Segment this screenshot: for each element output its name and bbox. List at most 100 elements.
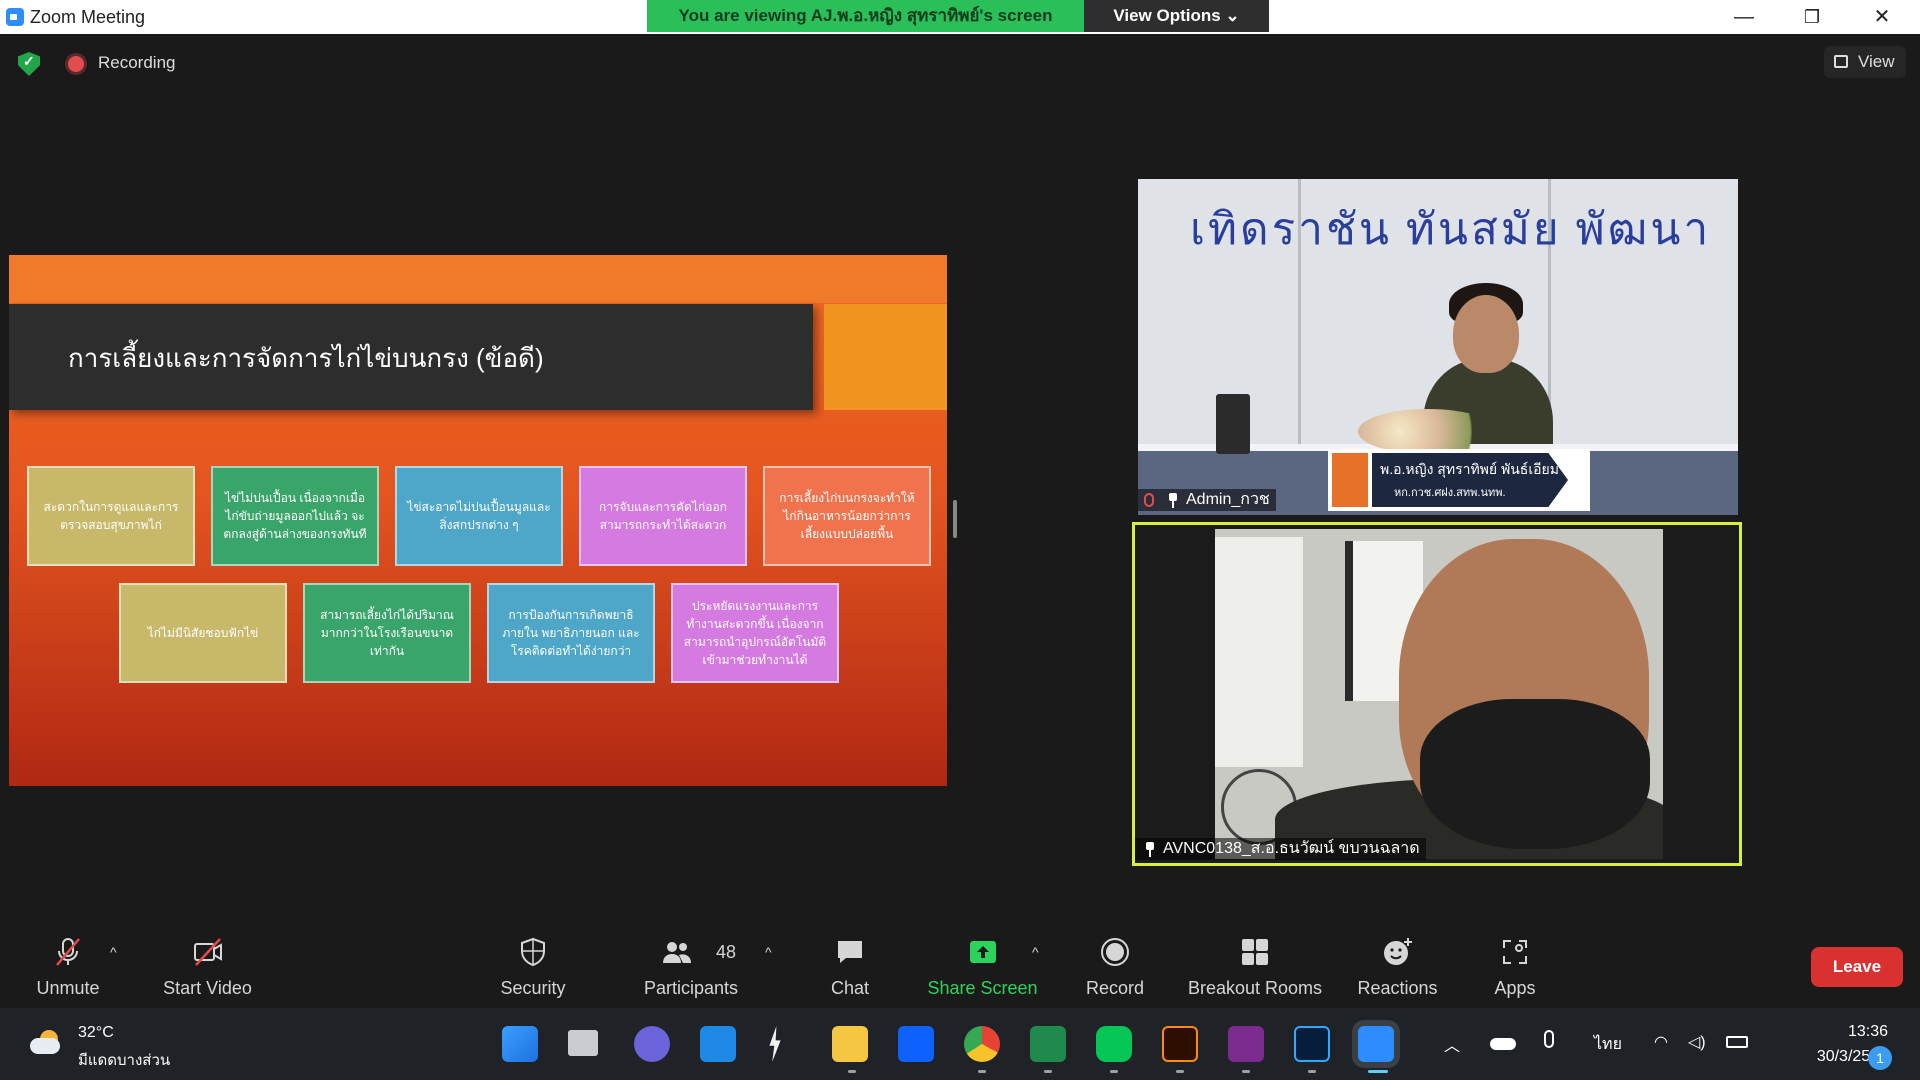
speaker-caption-box: พ.อ.หญิง สุทราทิพย์ พันธ์เอียม หก.กวช.ศฝ… (1328, 449, 1590, 511)
slide-card: ประหยัดแรงงานและการทำงานสะดวกขึ้น เนื่อง… (671, 583, 839, 683)
reactions-smiley-icon (1383, 938, 1412, 965)
participants-button[interactable]: 48 Participants (636, 916, 746, 1008)
input-language-indicator[interactable]: ไทย (1594, 1032, 1622, 1057)
apps-icon (1503, 940, 1527, 964)
security-shield-icon (521, 937, 545, 967)
participants-count: 48 (716, 942, 737, 962)
security-button[interactable]: Security (483, 916, 583, 1008)
video-tile-active-speaker[interactable]: AVNC0138_ส.อ.ธนวัฒน์ ขบวนฉลาด (1132, 522, 1742, 866)
running-indicator (978, 1070, 986, 1073)
teams-chat-icon[interactable] (634, 1026, 670, 1062)
reactions-button[interactable]: Reactions (1350, 916, 1445, 1008)
mail-icon[interactable] (700, 1026, 736, 1062)
grid-view-icon (1834, 55, 1848, 68)
zoom-icon[interactable] (1358, 1026, 1394, 1062)
weather-temperature[interactable]: 32°C (78, 1024, 114, 1042)
whiteboard (1215, 537, 1303, 767)
running-indicator (848, 1070, 856, 1073)
chat-button[interactable]: Chat (810, 916, 890, 1008)
maximize-button[interactable]: ❐ (1782, 0, 1842, 34)
slide-card: ไก่ไม่มีนิสัยชอบฟักไข่ (119, 583, 287, 683)
breakout-rooms-icon (1242, 939, 1268, 965)
shared-screen-slide: การเลี้ยงและการจัดการไก่ไข่บนกรง (ข้อดี)… (9, 255, 947, 786)
mic-muted-icon (56, 938, 80, 966)
dropbox-icon[interactable] (898, 1026, 934, 1062)
windows-taskbar: 32°C มีแดดบางส่วน ︿ ไทย ◠ ◁) 13:36 30/3/… (0, 1008, 1920, 1080)
apps-button[interactable]: Apps (1475, 916, 1555, 1008)
viewing-screen-banner: You are viewing AJ.พ.อ.หญิง สุทราทิพย์'s… (647, 0, 1084, 32)
slide-card: สามารถเลี้ยงไก่ได้ปริมาณมากกว่าในโรงเรือ… (303, 583, 471, 683)
split-resize-handle[interactable] (953, 500, 957, 538)
excel-icon[interactable] (1030, 1026, 1066, 1062)
share-options-caret-icon[interactable]: ^ (1032, 945, 1044, 959)
caption-position: หก.กวช.ศฝง.สทพ.นทพ. (1394, 487, 1506, 499)
participants-label: Participants (643, 978, 739, 998)
slide-accent-block (824, 304, 947, 410)
battery-icon[interactable] (1726, 1036, 1748, 1048)
participant-name: AVNC0138_ส.อ.ธนวัฒน์ ขบวนฉลาด (1163, 840, 1420, 857)
pin-icon (1168, 493, 1178, 508)
recording-indicator-icon (68, 56, 84, 72)
view-button[interactable]: View (1824, 46, 1906, 78)
recording-label: Recording (98, 53, 176, 72)
caption-orange-block (1332, 453, 1368, 507)
meeting-toolbar: Unmute ^ Start Video Security 48 Partici… (0, 916, 1920, 1008)
minimize-button[interactable]: — (1714, 0, 1774, 34)
close-button[interactable]: ✕ (1852, 0, 1912, 34)
start-video-button[interactable]: Start Video (150, 916, 265, 1008)
weather-description[interactable]: มีแดดบางส่วน (78, 1048, 170, 1072)
slide-title: การเลี้ยงและการจัดการไก่ไข่บนกรง (ข้อดี) (68, 343, 544, 373)
slide-card: การเลี้ยงไก่บนกรงจะทำให้ไก่กินอาหารน้อยก… (763, 466, 931, 566)
audio-options-caret-icon[interactable]: ^ (110, 945, 122, 959)
windows-start-icon[interactable] (502, 1026, 538, 1062)
caption-name: พ.อ.หญิง สุทราทิพย์ พันธ์เอียม (1380, 461, 1559, 477)
camera-feed (1215, 529, 1663, 859)
unmute-button[interactable]: Unmute (18, 916, 118, 1008)
pdf-app-icon[interactable] (1228, 1026, 1264, 1062)
file-explorer-icon[interactable] (832, 1026, 868, 1062)
video-tile-admin[interactable]: เทิดราชัน ทันสมัย พัฒนา พ.อ.หญิง สุทราทิ… (1138, 179, 1738, 515)
microphone-icon[interactable] (1544, 1030, 1554, 1048)
record-label: Record (1085, 978, 1145, 998)
running-indicator (1242, 1070, 1250, 1073)
chat-icon (838, 941, 862, 963)
running-indicator (1044, 1070, 1052, 1073)
running-indicator (1308, 1070, 1316, 1073)
leave-button[interactable]: Leave (1811, 947, 1903, 987)
task-view-icon[interactable] (568, 1030, 598, 1056)
slide-card: สะดวกในการดูแลและการตรวจสอบสุขภาพไก่ (27, 466, 195, 566)
winamp-icon[interactable] (769, 1026, 781, 1062)
slide-card: ไข่สะอาดไม่ปนเปื้อนมูลและสิ่งสกปรกต่าง ๆ (395, 466, 563, 566)
security-shield-icon[interactable]: ✓ (18, 52, 40, 76)
wifi-icon[interactable]: ◠ (1654, 1032, 1668, 1052)
mic-muted-icon (1144, 493, 1154, 507)
taskbar-clock-time[interactable]: 13:36 (1812, 1023, 1888, 1041)
video-off-icon (193, 938, 222, 966)
slide-top-band (9, 255, 947, 303)
line-icon[interactable] (1096, 1026, 1132, 1062)
notification-badge[interactable]: 1 (1868, 1046, 1892, 1070)
illustrator-icon[interactable] (1162, 1026, 1198, 1062)
record-icon (1101, 938, 1129, 966)
breakout-rooms-button[interactable]: Breakout Rooms (1185, 916, 1325, 1008)
background-banner-text: เทิดราชัน ทันสมัย พัฒนา (1190, 205, 1712, 254)
apps-label: Apps (1494, 978, 1536, 998)
show-hidden-icons-chevron-icon[interactable]: ︿ (1444, 1032, 1460, 1056)
chrome-icon[interactable] (964, 1026, 1000, 1062)
photoshop-icon[interactable] (1294, 1026, 1330, 1062)
record-button[interactable]: Record (1075, 916, 1155, 1008)
window-title-bar: Zoom Meeting You are viewing AJ.พ.อ.หญิง… (0, 0, 1920, 34)
participants-icon (663, 942, 691, 963)
view-options-button[interactable]: View Options ⌄ (1084, 0, 1269, 32)
view-button-label: View (1858, 52, 1895, 71)
onedrive-cloud-icon[interactable] (1490, 1038, 1516, 1050)
slide-card: การป้องกันการเกิดพยาธิภายใน พยาธิภายนอก … (487, 583, 655, 683)
slide-card: การจับและการคัดไก่ออก สามารถกระทำได้สะดว… (579, 466, 747, 566)
reactions-label: Reactions (1357, 978, 1438, 998)
zoom-logo-icon (6, 8, 24, 26)
participants-caret-icon[interactable]: ^ (765, 945, 777, 959)
share-screen-button[interactable]: Share Screen (920, 916, 1045, 1008)
partly-sunny-weather-icon[interactable] (30, 1030, 64, 1054)
breakout-rooms-label: Breakout Rooms (1187, 978, 1323, 998)
volume-icon[interactable]: ◁) (1688, 1032, 1706, 1052)
